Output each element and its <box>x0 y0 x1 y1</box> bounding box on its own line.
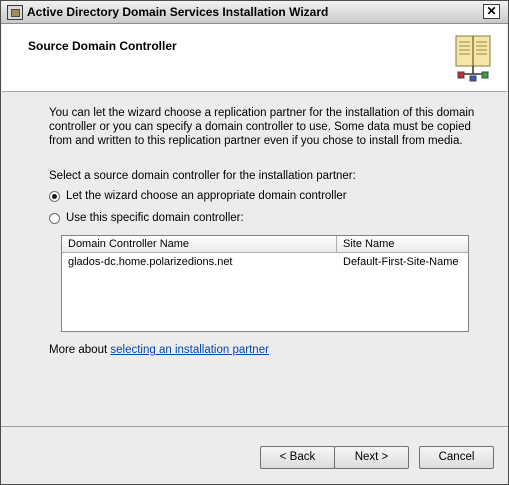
description-text: You can let the wizard choose a replicat… <box>49 107 475 147</box>
domain-controller-list[interactable]: Domain Controller Name Site Name glados-… <box>61 235 469 332</box>
column-header-site-name[interactable]: Site Name <box>343 238 394 250</box>
select-label: Select a source domain controller for th… <box>49 170 356 182</box>
wizard-header: Source Domain Controller <box>2 24 507 92</box>
column-divider[interactable] <box>336 236 337 252</box>
page-title: Source Domain Controller <box>28 39 177 53</box>
radio-wizard-choose[interactable]: Let the wizard choose an appropriate dom… <box>49 190 347 202</box>
cancel-button[interactable]: Cancel <box>419 446 494 469</box>
next-button[interactable]: Next > <box>334 446 409 469</box>
radio-label: Use this specific domain controller: <box>66 212 244 224</box>
more-about-text: More about selecting an installation par… <box>49 344 269 356</box>
installation-partner-link[interactable]: selecting an installation partner <box>110 344 269 356</box>
radio-button-checked[interactable] <box>49 190 60 202</box>
close-button[interactable]: ✕ <box>483 4 500 19</box>
button-divider <box>1 426 508 427</box>
wizard-app-icon <box>7 5 23 20</box>
radio-specific-dc[interactable]: Use this specific domain controller: <box>49 212 244 224</box>
more-about-prefix: More about <box>49 344 111 356</box>
radio-label: Let the wizard choose an appropriate dom… <box>66 190 347 202</box>
table-row[interactable]: glados-dc.home.polarizedions.net Default… <box>62 254 468 270</box>
list-header: Domain Controller Name Site Name <box>62 236 468 253</box>
title-bar[interactable]: Active Directory Domain Services Install… <box>1 1 508 24</box>
radio-button[interactable] <box>49 212 60 224</box>
wizard-content: You can let the wizard choose a replicat… <box>1 92 508 469</box>
column-header-dc-name[interactable]: Domain Controller Name <box>68 238 189 250</box>
window-title: Active Directory Domain Services Install… <box>27 5 329 19</box>
wizard-window: Active Directory Domain Services Install… <box>0 0 509 485</box>
directory-book-icon <box>455 35 491 82</box>
back-button[interactable]: < Back <box>260 446 335 469</box>
close-icon: ✕ <box>486 4 497 18</box>
dc-name-cell: glados-dc.home.polarizedions.net <box>68 256 233 268</box>
site-name-cell: Default-First-Site-Name <box>343 256 459 268</box>
